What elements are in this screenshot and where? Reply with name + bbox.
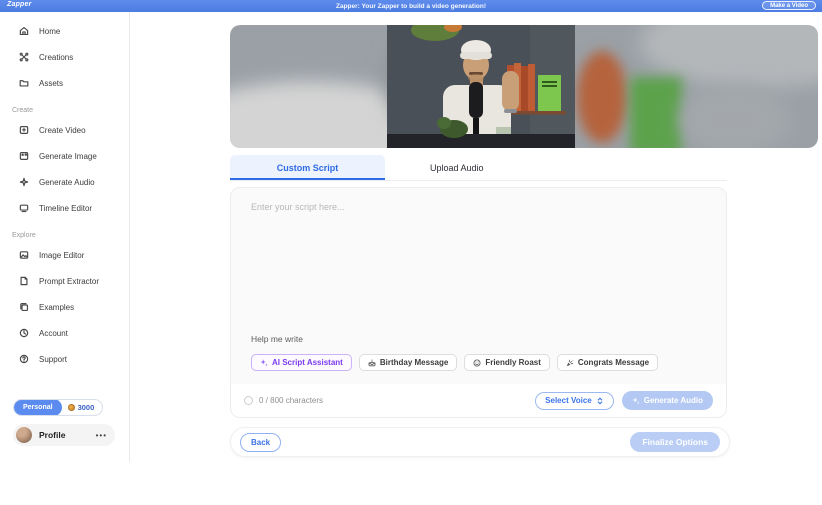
- sidebar-item-label: Prompt Extractor: [39, 276, 100, 286]
- sidebar-item-label: Generate Image: [39, 151, 97, 161]
- sidebar-item-generate-image[interactable]: Generate Image: [0, 143, 129, 169]
- sidebar-item-create-video[interactable]: Create Video: [0, 117, 129, 143]
- profile-label: Profile: [39, 430, 66, 440]
- plan-name: Personal: [14, 400, 62, 415]
- make-a-video-button[interactable]: Make a Video: [762, 1, 816, 10]
- profile-menu-dots[interactable]: •••: [96, 431, 107, 440]
- sidebar-item-assets[interactable]: Assets: [0, 70, 129, 96]
- script-panel: Help me write AI Script Assistant Birthd…: [230, 187, 727, 418]
- image-editor-icon: [19, 251, 29, 259]
- tab-custom-script[interactable]: Custom Script: [230, 155, 385, 180]
- plan-pill[interactable]: Personal 3000: [13, 399, 104, 416]
- top-banner: Zapper Zapper: Your Zapper to build a vi…: [0, 0, 822, 12]
- tab-upload-audio[interactable]: Upload Audio: [385, 155, 484, 180]
- sidebar-item-label: Account: [39, 328, 68, 338]
- sidebar-item-prompt-extractor[interactable]: Prompt Extractor: [0, 268, 129, 294]
- sidebar-item-label: Timeline Editor: [39, 203, 93, 213]
- assets-icon: [19, 80, 29, 87]
- sidebar-item-label: Assets: [39, 78, 64, 88]
- wizard-footer: Back Finalize Options: [230, 427, 730, 457]
- sidebar-section-explore: Explore: [12, 232, 36, 239]
- generate-audio-label: Generate Audio: [643, 396, 703, 405]
- sidebar-item-label: Examples: [39, 302, 75, 312]
- script-chips: AI Script Assistant Birthday Message Fri…: [251, 354, 659, 371]
- sidebar-item-generate-audio[interactable]: Generate Audio: [0, 169, 129, 195]
- creations-icon: [19, 52, 29, 62]
- sparkle-icon: [260, 358, 268, 366]
- announcement-text: Zapper: Your Zapper to build a video gen…: [336, 2, 486, 10]
- sidebar-item-creations[interactable]: Creations: [0, 44, 129, 70]
- generate-image-icon: [19, 152, 29, 160]
- sidebar-item-support[interactable]: Support: [0, 346, 129, 372]
- char-progress-icon: [244, 396, 253, 405]
- generate-audio-icon: [19, 177, 29, 187]
- help-me-write-label: Help me write: [251, 334, 303, 344]
- support-icon: [19, 354, 29, 364]
- party-icon: [566, 359, 574, 366]
- sidebar-item-label: Create Video: [39, 125, 86, 135]
- congrats-message-chip[interactable]: Congrats Message: [556, 354, 659, 371]
- sidebar-item-examples[interactable]: Examples: [0, 294, 129, 320]
- create-video-icon: [19, 126, 29, 134]
- chip-label: Friendly Roast: [485, 358, 541, 367]
- home-icon: [19, 26, 29, 36]
- main-content: Custom Script Upload Audio Help me write…: [230, 12, 822, 457]
- sidebar-item-image-editor[interactable]: Image Editor: [0, 242, 129, 268]
- credits-count: 3000: [77, 403, 95, 412]
- credits-coin-icon: [67, 404, 75, 411]
- cake-icon: [368, 359, 376, 366]
- sidebar: Home Creations Assets Create Create Vide…: [0, 12, 130, 462]
- select-voice-label: Select Voice: [545, 396, 592, 405]
- finalize-options-button[interactable]: Finalize Options: [630, 432, 720, 452]
- script-footer-row: 0 / 800 characters Select Voice Generate…: [231, 384, 726, 417]
- timeline-editor-icon: [19, 204, 29, 213]
- sparkle-icon: [632, 396, 640, 404]
- avatar: [16, 427, 32, 443]
- chip-label: AI Script Assistant: [272, 358, 343, 367]
- video-preview[interactable]: [230, 25, 818, 148]
- video-center-frame: [387, 25, 575, 148]
- sidebar-item-timeline-editor[interactable]: Timeline Editor: [0, 195, 129, 221]
- profile-button[interactable]: Profile •••: [13, 424, 115, 446]
- sidebar-item-label: Support: [39, 354, 68, 364]
- generate-audio-button[interactable]: Generate Audio: [621, 391, 713, 410]
- prompt-extractor-icon: [20, 276, 28, 286]
- sidebar-item-label: Creations: [39, 52, 74, 62]
- back-button[interactable]: Back: [240, 432, 282, 452]
- examples-icon: [20, 303, 29, 312]
- sidebar-item-label: Home: [39, 26, 61, 36]
- account-icon: [19, 328, 29, 338]
- sidebar-item-label: Image Editor: [39, 250, 85, 260]
- sidebar-item-home[interactable]: Home: [0, 18, 129, 44]
- sidebar-section-create: Create: [12, 107, 34, 114]
- video-preview-frame: [230, 25, 818, 148]
- sidebar-item-label: Generate Audio: [39, 177, 95, 187]
- chip-label: Congrats Message: [577, 358, 650, 367]
- sidebar-item-account[interactable]: Account: [0, 320, 129, 346]
- ai-script-assistant-chip[interactable]: AI Script Assistant: [251, 354, 352, 371]
- char-count: 0 / 800 characters: [259, 396, 324, 405]
- select-voice-dropdown[interactable]: Select Voice: [535, 391, 614, 410]
- smiley-icon: [473, 358, 481, 367]
- script-area: Help me write AI Script Assistant Birthd…: [231, 188, 726, 384]
- chevron-updown-icon: [597, 396, 603, 405]
- script-input[interactable]: [251, 202, 706, 302]
- chip-label: Birthday Message: [379, 358, 449, 367]
- friendly-roast-chip[interactable]: Friendly Roast: [464, 354, 550, 371]
- script-tabs: Custom Script Upload Audio: [230, 155, 727, 181]
- birthday-message-chip[interactable]: Birthday Message: [358, 354, 458, 371]
